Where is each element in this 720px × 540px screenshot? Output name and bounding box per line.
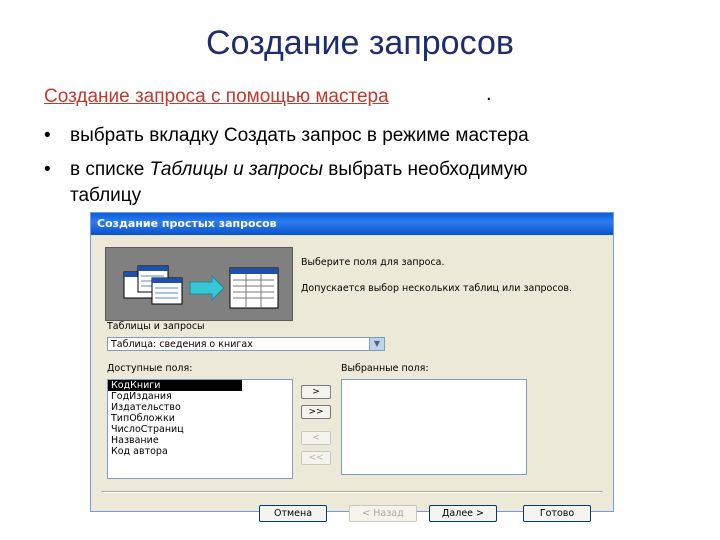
tables-queries-label: Таблицы и запросы bbox=[107, 321, 205, 332]
list-item[interactable]: ГодИздания bbox=[108, 391, 292, 402]
bullet-item: • выбрать вкладку Создать запрос в режиме… bbox=[44, 124, 529, 148]
slide-subtitle-period: . bbox=[486, 83, 492, 105]
bullet-mark: • bbox=[44, 159, 51, 180]
list-item[interactable]: ТипОбложки bbox=[108, 413, 292, 424]
bullet-text-emphasis: Таблицы и запросы bbox=[149, 159, 323, 180]
finish-button[interactable]: Готово bbox=[523, 505, 591, 522]
tables-queries-value: Таблица: сведения о книгах bbox=[111, 339, 253, 350]
dialog-separator bbox=[101, 491, 603, 493]
next-button[interactable]: Далее > bbox=[429, 505, 497, 522]
add-field-button[interactable]: > bbox=[301, 385, 331, 399]
bullet-continuation: таблицу bbox=[70, 185, 142, 206]
bullet-mark: • bbox=[44, 125, 51, 146]
selected-fields-label: Выбранные поля: bbox=[341, 363, 429, 374]
remove-all-fields-button[interactable]: << bbox=[301, 451, 331, 465]
add-all-fields-button[interactable]: >> bbox=[301, 405, 331, 419]
list-item[interactable]: Издательство bbox=[108, 402, 292, 413]
chevron-down-icon[interactable]: ▼ bbox=[369, 338, 384, 350]
slide-title: Создание запросов bbox=[206, 24, 514, 62]
remove-field-button[interactable]: < bbox=[301, 431, 331, 445]
selected-fields-list[interactable] bbox=[341, 379, 527, 475]
tables-queries-select[interactable]: Таблица: сведения о книгах ▼ bbox=[107, 337, 385, 351]
bullet-text-pre: в списке bbox=[70, 159, 150, 180]
list-item[interactable]: Название bbox=[108, 435, 292, 446]
cancel-button[interactable]: Отмена bbox=[259, 505, 327, 522]
list-item[interactable]: ЧислоСтраниц bbox=[108, 424, 292, 435]
bullet-item: • в списке Таблицы и запросы выбрать необ… bbox=[44, 158, 528, 182]
list-item[interactable]: Код автора bbox=[108, 446, 292, 457]
bullet-text-post: выбрать необходимую bbox=[322, 159, 528, 180]
available-fields-label: Доступные поля: bbox=[107, 363, 193, 374]
bullet-text: выбрать вкладку Создать запрос в режиме … bbox=[70, 125, 529, 146]
dialog-title-bar: Создание простых запросов bbox=[91, 213, 613, 235]
wizard-illustration bbox=[105, 247, 293, 321]
list-item[interactable]: КодКниги bbox=[108, 380, 242, 391]
available-fields-list[interactable]: КодКниги ГодИздания Издательство ТипОбло… bbox=[107, 379, 293, 479]
hint-select-fields: Выберите поля для запроса. bbox=[301, 257, 445, 268]
tables-to-query-icon bbox=[123, 265, 279, 309]
back-button[interactable]: < Назад bbox=[349, 505, 417, 522]
slide-subtitle: Создание запроса с помощью мастера bbox=[44, 86, 389, 107]
query-wizard-dialog: Создание простых запросов Выберите поля … bbox=[90, 212, 614, 522]
hint-multiple-sources: Допускается выбор нескольких таблиц или … bbox=[301, 283, 573, 294]
